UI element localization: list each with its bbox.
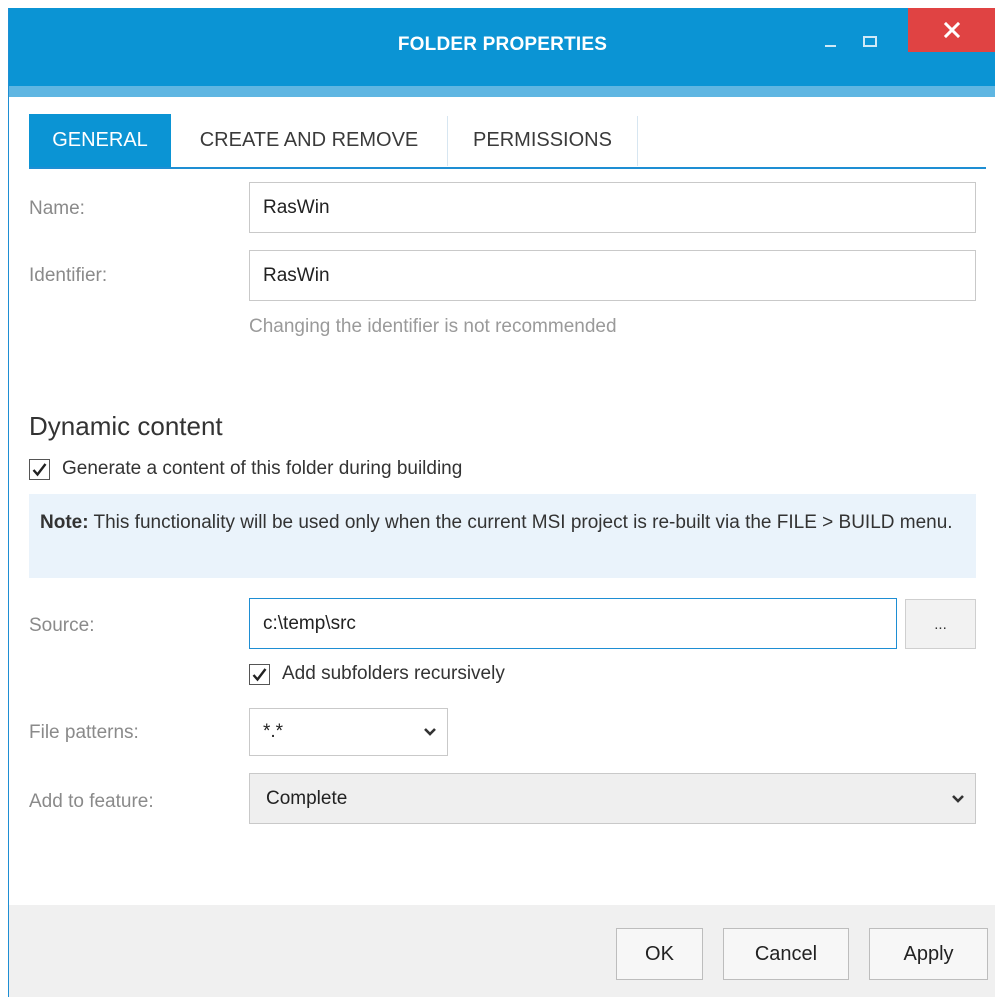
tab-general[interactable]: GENERAL <box>29 114 171 167</box>
generate-content-checkbox-row[interactable]: Generate a content of this folder during… <box>29 458 462 480</box>
note-prefix: Note: <box>40 512 89 533</box>
source-input[interactable]: c:\temp\src <box>249 598 897 649</box>
identifier-hint: Changing the identifier is not recommend… <box>249 316 617 337</box>
recursive-checkbox-row[interactable]: Add subfolders recursively <box>249 663 505 685</box>
recursive-checkbox[interactable] <box>249 663 270 685</box>
source-label: Source: <box>29 615 95 636</box>
recursive-label: Add subfolders recursively <box>282 663 505 684</box>
checkmark-icon <box>32 462 47 476</box>
minimize-icon <box>824 45 836 47</box>
tab-create-and-remove[interactable]: CREATE AND REMOVE <box>171 114 447 167</box>
tab-bar: GENERAL CREATE AND REMOVE PERMISSIONS <box>29 114 986 169</box>
name-label: Name: <box>29 198 85 219</box>
close-button[interactable] <box>908 8 995 52</box>
window-title: FOLDER PROPERTIES <box>397 34 608 55</box>
dynamic-content-heading: Dynamic content <box>29 411 223 441</box>
title-bar: FOLDER PROPERTIES <box>9 8 995 86</box>
generate-content-label: Generate a content of this folder during… <box>62 458 463 479</box>
checkmark-icon <box>252 667 267 681</box>
tab-separator <box>637 116 638 166</box>
file-patterns-label: File patterns: <box>29 722 139 743</box>
browse-button[interactable]: ... <box>905 599 976 649</box>
identifier-input[interactable]: RasWin <box>249 250 976 301</box>
add-to-feature-label: Add to feature: <box>29 791 154 812</box>
ok-button[interactable]: OK <box>616 928 703 980</box>
maximize-button[interactable] <box>855 26 885 56</box>
add-to-feature-value: Complete <box>266 787 348 809</box>
note-box: Note: This functionality will be used on… <box>29 494 976 578</box>
minimize-button[interactable] <box>815 26 845 56</box>
tab-permissions[interactable]: PERMISSIONS <box>448 114 637 167</box>
note-text: This functionality will be used only whe… <box>88 512 953 533</box>
generate-content-checkbox[interactable] <box>29 458 50 480</box>
chevron-down-icon <box>952 794 964 803</box>
close-icon <box>943 21 961 39</box>
maximize-icon <box>863 35 877 47</box>
name-input[interactable]: RasWin <box>249 182 976 233</box>
apply-button[interactable]: Apply <box>869 928 988 980</box>
file-patterns-select[interactable]: *.* <box>249 708 448 756</box>
identifier-label: Identifier: <box>29 265 108 286</box>
add-to-feature-select[interactable]: Complete <box>249 773 976 824</box>
cancel-button[interactable]: Cancel <box>723 928 849 980</box>
chevron-down-icon <box>424 728 436 736</box>
title-accent-stripe <box>9 86 995 97</box>
file-patterns-value: *.* <box>263 721 284 742</box>
folder-properties-window: FOLDER PROPERTIES GENERAL CREATE AND REM… <box>8 8 995 997</box>
